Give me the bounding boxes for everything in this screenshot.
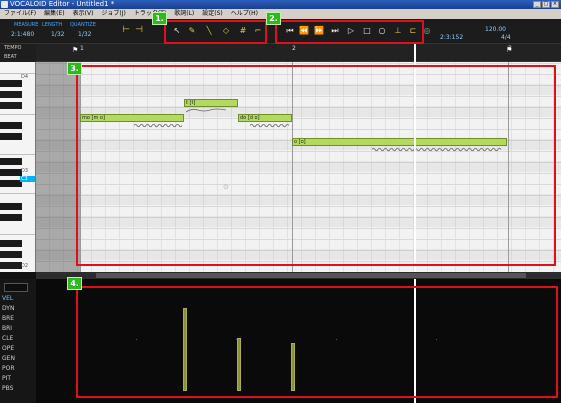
white-key-line — [0, 154, 35, 155]
pre-measure-area — [36, 62, 80, 272]
ctrl-gen[interactable]: GEN — [2, 355, 15, 362]
highlight-box-3 — [76, 65, 556, 266]
black-key[interactable] — [0, 158, 22, 165]
app-icon — [1, 1, 8, 8]
ctrl-bre[interactable]: BRE — [2, 315, 14, 322]
ctrl-pbs[interactable]: PBS — [2, 385, 13, 392]
close-button[interactable]: × — [551, 1, 559, 8]
white-key-line — [0, 114, 35, 115]
menu-settings[interactable]: 設定(S) — [198, 9, 227, 19]
ctrl-dyn[interactable]: DYN — [2, 305, 14, 312]
badge-4: 4. — [67, 277, 82, 290]
black-key[interactable] — [0, 169, 22, 176]
ruler[interactable]: 1 2 3 ⚑ ⚑ — [36, 44, 561, 62]
black-key[interactable] — [0, 214, 22, 221]
horizontal-scrollbar[interactable] — [36, 272, 561, 279]
note-label-d4: D4 — [21, 74, 29, 80]
badge-2: 2. — [266, 12, 281, 25]
menu-file[interactable]: ファイル(F) — [0, 9, 40, 19]
black-key[interactable] — [0, 122, 22, 129]
maximize-button[interactable]: □ — [542, 1, 550, 8]
black-key[interactable] — [0, 203, 22, 210]
badge-1: 1. — [152, 12, 167, 25]
window-title: VOCALOID Editor - Untitled1 * — [10, 0, 115, 8]
note-label-d3: D3 — [21, 168, 29, 174]
ruler-labels: TEMPO BEAT — [0, 44, 36, 62]
end-marker-icon[interactable]: ⊣ — [134, 25, 144, 35]
scrollbar-thumb[interactable] — [96, 273, 526, 278]
window-controls: _ □ × — [533, 1, 559, 8]
length-value[interactable]: 1/32 — [51, 31, 64, 38]
ctrl-por[interactable]: POR — [2, 365, 15, 372]
tempo-label: TEMPO — [4, 45, 22, 51]
menu-lyrics[interactable]: 歌詞(L) — [170, 9, 198, 19]
black-key[interactable] — [0, 80, 22, 87]
quantize-value[interactable]: 1/32 — [78, 31, 91, 38]
time-signature: 4/4 — [501, 34, 511, 41]
start-marker-icon[interactable]: ⊢ — [121, 25, 131, 35]
white-key-line — [0, 73, 35, 74]
badge-3: 3. — [67, 62, 82, 75]
menu-help[interactable]: ヘルプ(H) — [227, 9, 262, 19]
length-label: LENGTH — [42, 22, 63, 28]
white-key-line — [0, 193, 35, 194]
black-key[interactable] — [0, 180, 22, 187]
playhead-ruler — [414, 44, 416, 62]
highlight-box-1 — [164, 20, 267, 44]
white-key-line — [0, 234, 35, 235]
ctrl-vel[interactable]: VEL — [2, 295, 13, 302]
song-position: 2:3:152 — [440, 34, 464, 41]
black-key[interactable] — [0, 251, 22, 258]
measure-label: MEASURE — [14, 22, 39, 28]
black-key[interactable] — [0, 91, 22, 98]
menu-edit[interactable]: 編集(E) — [40, 9, 68, 19]
title-bar: VOCALOID Editor - Untitled1 * _ □ × — [0, 0, 561, 9]
ctrl-ope[interactable]: OPE — [2, 345, 14, 352]
ctrl-cle[interactable]: CLE — [2, 335, 13, 342]
menu-view[interactable]: 表示(V) — [69, 9, 98, 19]
black-key[interactable] — [0, 102, 22, 109]
minimize-button[interactable]: _ — [533, 1, 541, 8]
tempo-value: 120.00 — [485, 26, 506, 33]
bar-2-label: 2 — [292, 45, 296, 52]
highlight-box-2 — [275, 20, 424, 44]
piano-keyboard[interactable]: D4 D3 C3 D2 — [0, 62, 36, 272]
note-label-d2: D2 — [21, 263, 29, 269]
vocaloid-editor-window: VOCALOID Editor - Untitled1 * _ □ × ファイル… — [0, 0, 561, 403]
beat-label: BEAT — [4, 54, 17, 60]
menu-job[interactable]: ジョブ(J) — [97, 9, 129, 19]
measure-value[interactable]: 2:1:480 — [11, 31, 34, 38]
ctrl-pit[interactable]: PIT — [2, 375, 11, 382]
control-track-list: VEL DYN BRE BRI CLE OPE GEN POR PIT PBS — [0, 279, 36, 403]
ctrl-bri[interactable]: BRI — [2, 325, 12, 332]
bar-1-label: 1 — [80, 45, 84, 52]
control-value-box[interactable] — [4, 283, 28, 292]
note-label-c3: C3 — [20, 176, 35, 182]
quantize-label: QUANTIZE — [70, 22, 96, 28]
highlight-box-4 — [76, 286, 558, 398]
black-key[interactable] — [0, 262, 22, 269]
black-key[interactable] — [0, 240, 22, 247]
black-key[interactable] — [0, 133, 22, 140]
end-flag-icon: ⚑ — [506, 46, 513, 54]
start-flag-icon: ⚑ — [72, 46, 79, 54]
